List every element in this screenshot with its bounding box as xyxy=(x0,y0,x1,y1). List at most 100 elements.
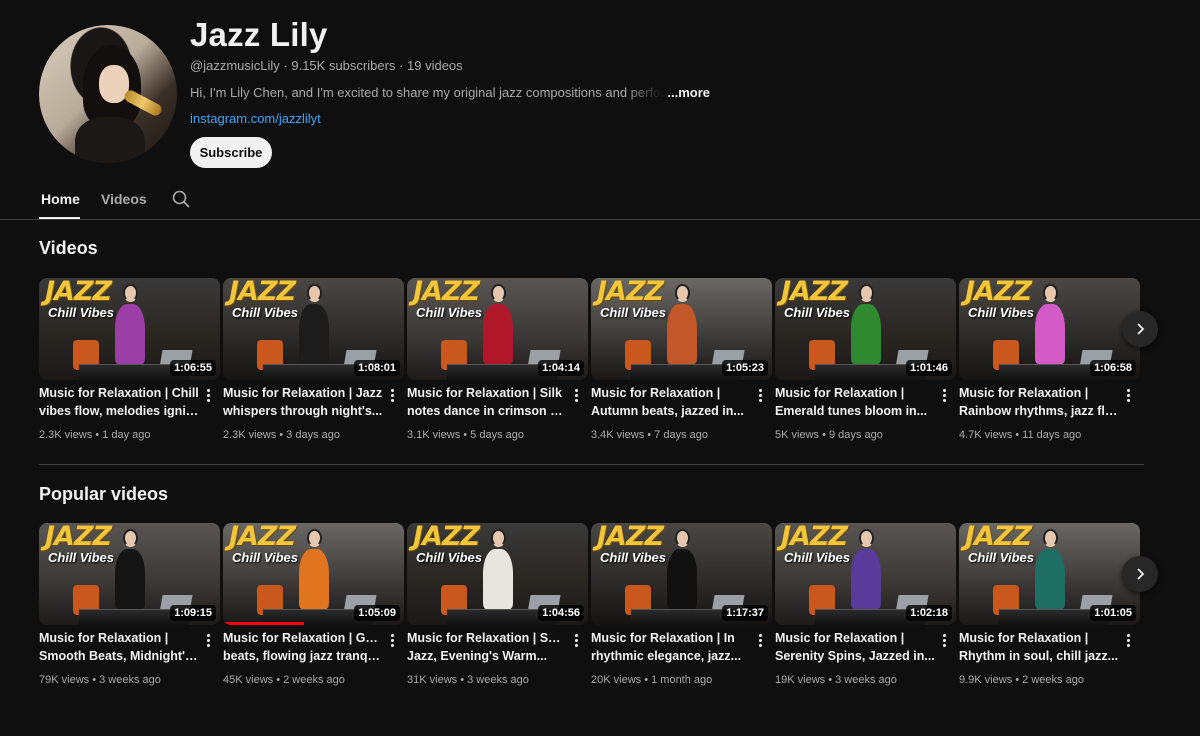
headphones-icon xyxy=(1043,529,1058,547)
video-title[interactable]: Music for Relaxation | Chill vibes flow, … xyxy=(39,385,199,420)
more-options-icon[interactable] xyxy=(386,631,398,649)
video-title-line: Music for Relaxation | Silk xyxy=(407,386,562,400)
video-meta: 3.4K views • 7 days ago xyxy=(591,429,708,441)
more-options-icon[interactable] xyxy=(202,631,214,649)
channel-link[interactable]: instagram.com/jazzlilyt xyxy=(190,111,321,126)
thumbnail-headline: JAZZ xyxy=(781,523,848,552)
video-title-line: notes dance in crimson allu... xyxy=(407,403,567,418)
description-text: Hi, I'm Lily Chen, and I'm excited to sh… xyxy=(190,85,664,100)
video-title[interactable]: Music for Relaxation | Emerald tunes bloo… xyxy=(775,385,935,420)
video-thumbnail[interactable]: JAZZ Chill Vibes 1:01:05 xyxy=(959,523,1140,625)
video-title-line: Serenity Spins, Jazzed in... xyxy=(775,648,935,663)
meta-separator: • xyxy=(644,429,655,441)
headphones-icon xyxy=(307,529,322,547)
more-options-icon[interactable] xyxy=(754,631,766,649)
chevron-right-icon xyxy=(1137,323,1145,335)
tab-videos[interactable]: Videos xyxy=(101,191,147,207)
more-options-icon[interactable] xyxy=(1122,386,1134,404)
video-card[interactable]: JAZZ Chill Vibes 1:09:15 Music for Relaxati… xyxy=(39,523,220,686)
performer-outfit xyxy=(483,304,513,364)
subscribe-button[interactable]: Subscribe xyxy=(190,137,272,168)
more-options-icon[interactable] xyxy=(1122,631,1134,649)
meta-separator: • xyxy=(273,674,284,686)
video-title-line: Music for Relaxation | xyxy=(591,386,721,400)
video-thumbnail[interactable]: JAZZ Chill Vibes 1:06:55 xyxy=(39,278,220,380)
more-options-icon[interactable] xyxy=(202,386,214,404)
video-card[interactable]: JAZZ Chill Vibes 1:06:58 Music for Relaxati… xyxy=(959,278,1140,441)
shelf-next-button[interactable] xyxy=(1122,311,1158,347)
meta-separator: • xyxy=(460,429,471,441)
video-card[interactable]: JAZZ Chill Vibes 1:08:01 Music for Relaxati… xyxy=(223,278,404,441)
thumbnail-subline: Chill Vibes xyxy=(416,305,482,320)
headphones-icon xyxy=(491,284,506,302)
video-card[interactable]: JAZZ Chill Vibes 1:05:23 Music for Relaxati… xyxy=(591,278,772,441)
video-title[interactable]: Music for Relaxation | Serenity Spins, Ja… xyxy=(775,630,935,665)
video-thumbnail[interactable]: JAZZ Chill Vibes 1:04:56 xyxy=(407,523,588,625)
video-title[interactable]: Music for Relaxation | Rainbow rhythms, j… xyxy=(959,385,1119,420)
video-thumbnail[interactable]: JAZZ Chill Vibes 1:09:15 xyxy=(39,523,220,625)
video-title[interactable]: Music for Relaxation | Soulful Jazz, Even… xyxy=(407,630,567,665)
view-count: 2.3K views xyxy=(223,429,277,441)
tab-home[interactable]: Home xyxy=(41,191,80,207)
more-options-icon[interactable] xyxy=(386,386,398,404)
video-thumbnail[interactable]: JAZZ Chill Vibes 1:04:14 xyxy=(407,278,588,380)
video-thumbnail[interactable]: JAZZ Chill Vibes 1:06:58 xyxy=(959,278,1140,380)
video-thumbnail[interactable]: JAZZ Chill Vibes 1:01:46 xyxy=(775,278,956,380)
video-duration: 1:05:23 xyxy=(722,360,768,376)
video-meta: 2.3K views • 3 days ago xyxy=(223,429,340,441)
meta-separator: • xyxy=(457,674,468,686)
video-card[interactable]: JAZZ Chill Vibes 1:04:14 Music for Relaxati… xyxy=(407,278,588,441)
video-title-line: Music for Relaxation | In xyxy=(591,631,735,645)
video-card[interactable]: JAZZ Chill Vibes 1:01:46 Music for Relaxati… xyxy=(775,278,956,441)
video-title[interactable]: Music for Relaxation | In rhythmic elegan… xyxy=(591,630,751,665)
video-duration: 1:05:09 xyxy=(354,605,400,621)
shelf-next-button[interactable] xyxy=(1122,556,1158,592)
meta-separator: • xyxy=(89,674,100,686)
performer-outfit xyxy=(115,304,145,364)
upload-age: 9 days ago xyxy=(829,429,883,441)
meta-separator: • xyxy=(819,429,829,441)
channel-description[interactable]: Hi, I'm Lily Chen, and I'm excited to sh… xyxy=(190,85,710,100)
channel-avatar[interactable] xyxy=(39,25,177,163)
meta-separator: • xyxy=(1012,674,1023,686)
video-title[interactable]: Music for Relaxation | Rhythm in soul, ch… xyxy=(959,630,1119,665)
more-options-icon[interactable] xyxy=(570,386,582,404)
video-card[interactable]: JAZZ Chill Vibes 1:04:56 Music for Relaxati… xyxy=(407,523,588,686)
thumbnail-subline: Chill Vibes xyxy=(968,305,1034,320)
video-title[interactable]: Music for Relaxation | Smooth Beats, Midn… xyxy=(39,630,199,665)
video-card[interactable]: JAZZ Chill Vibes 1:01:05 Music for Relaxati… xyxy=(959,523,1140,686)
more-options-icon[interactable] xyxy=(938,631,950,649)
video-title[interactable]: Music for Relaxation | Golden beats, flow… xyxy=(223,630,383,665)
view-count: 4.7K views xyxy=(959,429,1013,441)
video-thumbnail[interactable]: JAZZ Chill Vibes 1:08:01 xyxy=(223,278,404,380)
more-options-icon[interactable] xyxy=(570,631,582,649)
video-thumbnail[interactable]: JAZZ Chill Vibes 1:17:37 xyxy=(591,523,772,625)
video-meta: 4.7K views • 11 days ago xyxy=(959,429,1081,441)
thumbnail-subline: Chill Vibes xyxy=(600,305,666,320)
video-title[interactable]: Music for Relaxation | Jazz whispers thro… xyxy=(223,385,383,420)
section-title-popular[interactable]: Popular videos xyxy=(39,484,168,505)
video-card[interactable]: JAZZ Chill Vibes 1:02:18 Music for Relaxati… xyxy=(775,523,956,686)
video-meta: 5K views • 9 days ago xyxy=(775,429,883,441)
more-options-icon[interactable] xyxy=(754,386,766,404)
view-count: 5K views xyxy=(775,429,820,441)
video-duration: 1:09:15 xyxy=(170,605,216,621)
video-card[interactable]: JAZZ Chill Vibes 1:05:09 Music for Relaxati… xyxy=(223,523,404,686)
more-button[interactable]: ...more xyxy=(667,85,710,100)
video-title[interactable]: Music for Relaxation | Silk notes dance i… xyxy=(407,385,567,420)
video-title-line: beats, flowing jazz tranquilit... xyxy=(223,648,383,663)
performer-outfit xyxy=(299,549,329,609)
headphones-icon xyxy=(307,284,322,302)
video-thumbnail[interactable]: JAZZ Chill Vibes 1:05:09 xyxy=(223,523,404,625)
upload-age: 2 weeks ago xyxy=(1022,674,1084,686)
video-title[interactable]: Music for Relaxation | Autumn beats, jazz… xyxy=(591,385,751,420)
search-icon[interactable] xyxy=(172,190,190,208)
section-title-videos[interactable]: Videos xyxy=(39,238,98,259)
more-options-icon[interactable] xyxy=(938,386,950,404)
video-thumbnail[interactable]: JAZZ Chill Vibes 1:02:18 xyxy=(775,523,956,625)
thumbnail-subline: Chill Vibes xyxy=(232,550,298,565)
video-title-line: rhythmic elegance, jazz... xyxy=(591,648,742,663)
video-card[interactable]: JAZZ Chill Vibes 1:06:55 Music for Relaxati… xyxy=(39,278,220,441)
video-thumbnail[interactable]: JAZZ Chill Vibes 1:05:23 xyxy=(591,278,772,380)
video-card[interactable]: JAZZ Chill Vibes 1:17:37 Music for Relaxati… xyxy=(591,523,772,686)
